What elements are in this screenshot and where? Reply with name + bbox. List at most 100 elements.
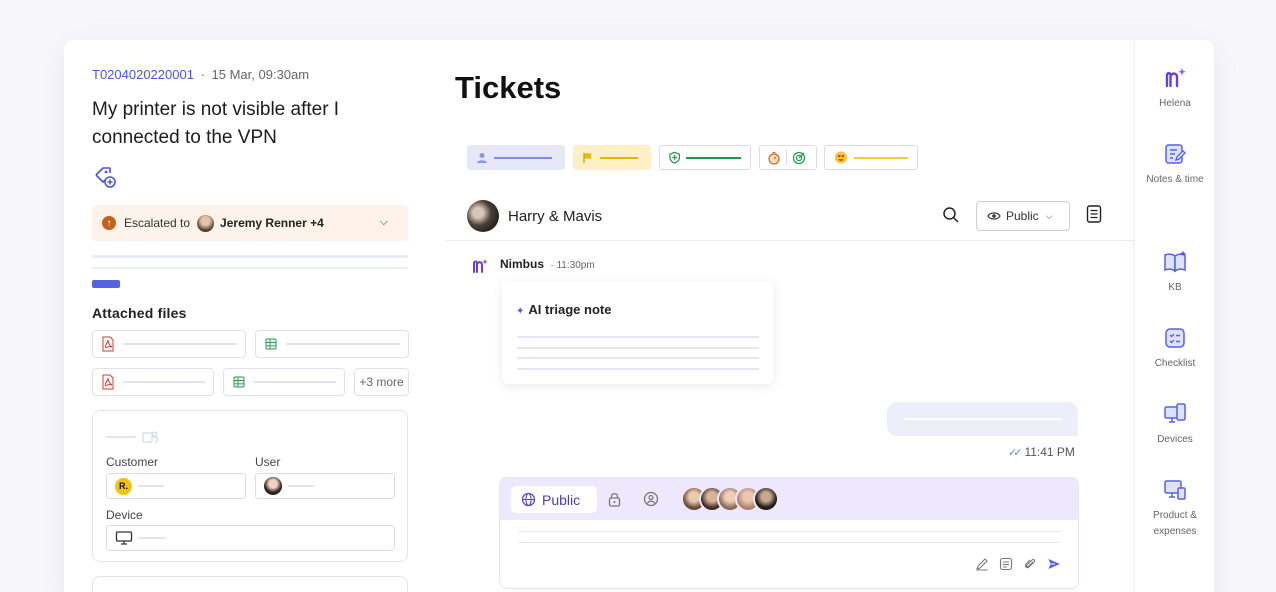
customer-label: Customer bbox=[106, 455, 159, 469]
device-field[interactable] bbox=[106, 525, 395, 551]
file-name-placeholder bbox=[123, 343, 237, 345]
customer-name-placeholder bbox=[138, 485, 164, 487]
stopwatch-icon bbox=[768, 151, 780, 165]
rail-label: Product & expenses bbox=[1153, 510, 1197, 537]
outgoing-message[interactable] bbox=[887, 402, 1078, 436]
text-line-placeholder bbox=[517, 357, 759, 359]
public-mode-label: Public bbox=[542, 491, 581, 508]
escalation-up-icon: ↑ bbox=[102, 216, 116, 230]
triage-title: ✦ AI triage note bbox=[516, 302, 611, 317]
outgoing-message-time: ✓✓ 11:41 PM bbox=[1008, 445, 1075, 459]
rail-item-kb[interactable]: KB bbox=[1135, 250, 1214, 296]
sparkle-icon: ✦ bbox=[516, 306, 525, 317]
search-icon[interactable] bbox=[942, 206, 960, 224]
visibility-dropdown[interactable]: Public ⌵ bbox=[976, 201, 1070, 231]
contact-name: Harry & Mavis bbox=[508, 208, 603, 225]
person-circle-icon[interactable] bbox=[643, 491, 659, 507]
card-title-placeholder bbox=[106, 436, 136, 438]
ticket-created: 15 Mar, 09:30am bbox=[211, 67, 310, 82]
lock-icon[interactable] bbox=[607, 491, 622, 507]
devices-icon bbox=[1164, 403, 1186, 423]
rail-label: KB bbox=[1168, 282, 1182, 293]
monitor-icon bbox=[115, 531, 133, 545]
attachment-icon[interactable] bbox=[1023, 557, 1037, 571]
shield-icon bbox=[669, 151, 680, 164]
chevron-down-icon[interactable]: ⌵ bbox=[380, 216, 388, 229]
book-icon bbox=[1164, 250, 1186, 273]
template-icon[interactable] bbox=[999, 557, 1013, 571]
person-icon bbox=[477, 152, 487, 163]
attached-files-title: Attached files bbox=[92, 305, 187, 321]
composer-actions bbox=[975, 557, 1061, 571]
ai-triage-note-card[interactable]: ✦ AI triage note bbox=[502, 281, 773, 384]
message-sender: Nimbus · 11:30pm bbox=[500, 257, 595, 271]
chip-value-placeholder bbox=[600, 156, 638, 159]
user-field[interactable] bbox=[255, 473, 395, 499]
user-avatar bbox=[264, 477, 282, 495]
goal-chip[interactable] bbox=[759, 145, 817, 170]
flag-icon bbox=[583, 152, 592, 163]
user-label: User bbox=[255, 455, 281, 469]
read-receipt-icon: ✓✓ bbox=[1008, 446, 1023, 459]
escalation-bar[interactable]: ↑ Escalated to Jeremy Renner +4 ⌵ bbox=[92, 205, 408, 241]
chevron-down-icon: ⌵ bbox=[1045, 210, 1053, 221]
attachment-file[interactable] bbox=[223, 368, 345, 396]
pdf-icon bbox=[102, 336, 114, 352]
eye-icon bbox=[987, 212, 1001, 220]
pen-icon[interactable] bbox=[975, 557, 989, 571]
device-name-placeholder bbox=[139, 537, 165, 539]
composer-toolbar: Public bbox=[500, 478, 1078, 520]
chip-value-placeholder bbox=[853, 156, 908, 159]
document-list-icon[interactable] bbox=[1085, 204, 1103, 224]
composer-text-line[interactable] bbox=[518, 531, 1060, 532]
sheet-icon bbox=[233, 376, 245, 388]
attachment-file[interactable] bbox=[92, 368, 214, 396]
nimbus-logo-icon bbox=[473, 259, 488, 273]
rail-label: Checklist bbox=[1154, 358, 1196, 369]
helena-logo-icon bbox=[1165, 68, 1186, 88]
contact-avatar bbox=[467, 200, 499, 232]
device-label: Device bbox=[106, 508, 143, 522]
text-line-placeholder bbox=[517, 336, 759, 338]
customer-field[interactable]: R. bbox=[106, 473, 246, 499]
customer-avatar: R. bbox=[115, 477, 132, 495]
conversation-header: Harry & Mavis Public ⌵ bbox=[445, 195, 1134, 241]
text-line-placeholder bbox=[904, 418, 1061, 420]
rail-item-notes[interactable]: Notes & time bbox=[1135, 142, 1214, 188]
rail-item-helena[interactable]: Helena bbox=[1135, 66, 1214, 112]
participant-avatars[interactable] bbox=[681, 486, 779, 512]
page-title: Tickets bbox=[455, 70, 562, 105]
attachment-file[interactable] bbox=[255, 330, 409, 358]
chip-value-placeholder bbox=[686, 156, 741, 159]
file-name-placeholder bbox=[286, 343, 400, 345]
ticket-id[interactable]: T0204020220001 bbox=[92, 67, 194, 82]
file-name-placeholder bbox=[123, 381, 205, 383]
ticket-details-panel: T0204020220001 · 15 Mar, 09:30am My prin… bbox=[92, 40, 409, 592]
more-files-button[interactable]: +3 more bbox=[354, 368, 409, 396]
sentiment-chip[interactable] bbox=[824, 145, 918, 170]
rail-item-product-expenses[interactable]: Product & expenses bbox=[1135, 478, 1214, 540]
file-name-placeholder bbox=[254, 381, 336, 383]
text-line-placeholder bbox=[517, 368, 759, 370]
public-mode-tab[interactable]: Public bbox=[511, 486, 597, 513]
chip-value-placeholder bbox=[494, 156, 552, 159]
details-card: Customer R. User Device bbox=[92, 410, 408, 562]
sla-chip[interactable] bbox=[659, 145, 751, 170]
send-icon[interactable] bbox=[1047, 557, 1061, 571]
status-indicator bbox=[92, 280, 120, 288]
rail-item-checklist[interactable]: Checklist bbox=[1135, 326, 1214, 372]
attachment-file[interactable] bbox=[92, 330, 246, 358]
notes-edit-icon bbox=[1165, 144, 1186, 164]
rail-item-devices[interactable]: Devices bbox=[1135, 402, 1214, 448]
app-frame: T0204020220001 · 15 Mar, 09:30am My prin… bbox=[64, 40, 1214, 592]
pdf-icon bbox=[102, 374, 114, 390]
checklist-icon bbox=[1165, 328, 1185, 348]
composer-text-line[interactable] bbox=[518, 542, 1060, 543]
add-tag-icon[interactable] bbox=[92, 164, 118, 190]
message-time: · 11:30pm bbox=[550, 260, 595, 271]
divider bbox=[92, 267, 408, 269]
priority-chip[interactable] bbox=[573, 145, 651, 170]
text-line-placeholder bbox=[517, 347, 759, 349]
rail-label: Notes & time bbox=[1146, 174, 1204, 185]
assignee-chip[interactable] bbox=[467, 145, 565, 170]
